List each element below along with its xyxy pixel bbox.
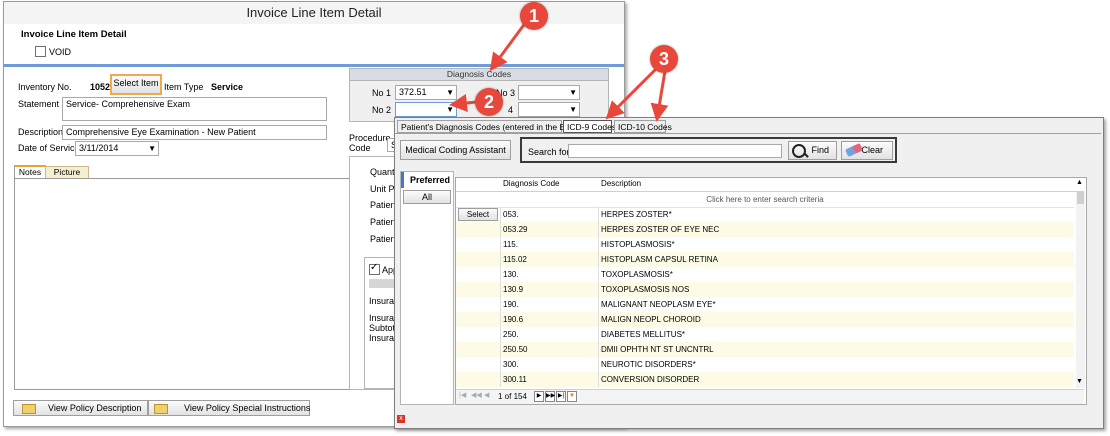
callout-3-arrow-a	[605, 66, 659, 120]
callout-arrows	[449, 21, 669, 122]
callout-3-arrow-b	[650, 70, 669, 122]
callout-2-arrow	[449, 94, 477, 112]
callout-3-badge: 3	[650, 45, 678, 73]
callout-1-arrow	[489, 21, 528, 72]
callout-2-badge: 2	[475, 88, 503, 116]
callout-1-badge: 1	[520, 2, 548, 30]
